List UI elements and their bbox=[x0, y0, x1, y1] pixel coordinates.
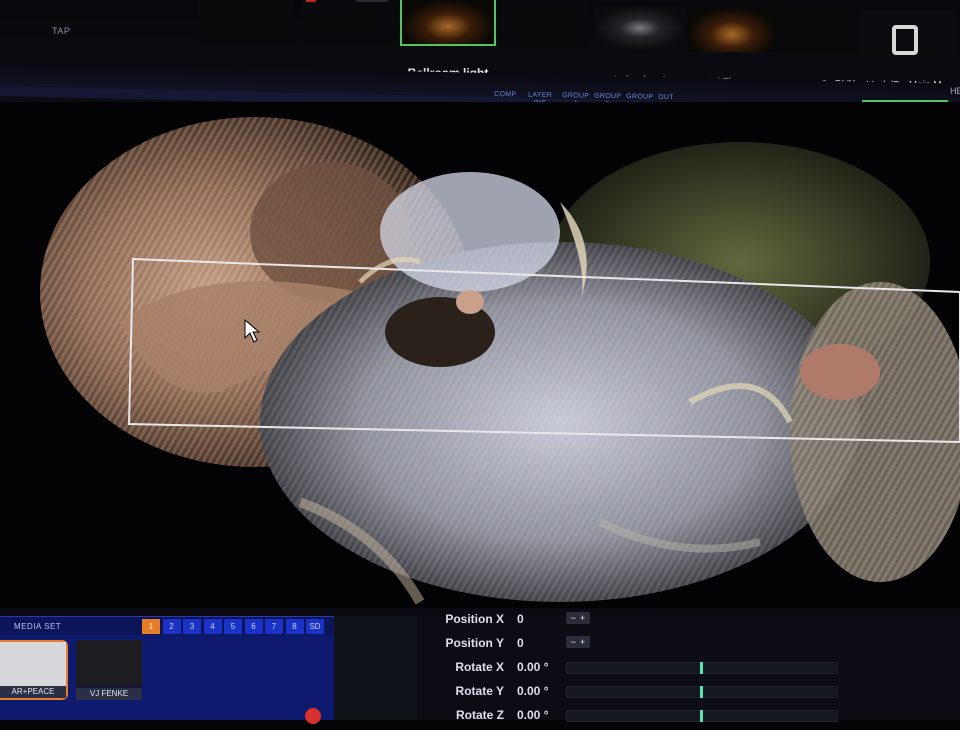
bottom-panel: MEDIA SET 12345678SD AR+PEACE VJ FENKE P… bbox=[0, 608, 960, 720]
clip-preview bbox=[302, 2, 398, 46]
parameter-name: Position Y bbox=[424, 636, 504, 650]
media-set-header: MEDIA SET 12345678SD bbox=[0, 616, 334, 635]
plus-minus-stepper[interactable]: −+ bbox=[566, 612, 590, 624]
parameter-row: Rotate Y 0.00 ° bbox=[334, 684, 960, 706]
parameter-row: Position Y 0 −+ bbox=[334, 636, 960, 658]
media-set-tab[interactable]: 6 bbox=[245, 619, 263, 634]
slider-handle[interactable] bbox=[700, 710, 703, 722]
media-set-title: MEDIA SET bbox=[14, 622, 61, 631]
clip-preview bbox=[498, 5, 590, 49]
preview-artwork bbox=[0, 102, 960, 617]
layer-tab-label: GROUP bbox=[626, 93, 653, 101]
clip-preview bbox=[594, 6, 686, 50]
clip-thumbnail[interactable]: Merkelbach outro... bbox=[594, 6, 686, 86]
clip-edge-label: HE bbox=[950, 86, 960, 96]
slider-handle[interactable] bbox=[700, 662, 703, 674]
parameter-value[interactable]: 0 bbox=[517, 636, 524, 650]
layer-tab-label: COMP bbox=[494, 91, 516, 99]
media-caption: AR+PEACE bbox=[0, 686, 66, 698]
media-set-tab[interactable]: 2 bbox=[163, 619, 181, 634]
clip-thumbnail[interactable]: Ballroom light bbox=[400, 0, 496, 80]
clip-preview bbox=[776, 10, 860, 54]
record-button[interactable] bbox=[305, 708, 321, 724]
layer-tab-label: OUT bbox=[658, 94, 674, 102]
parameter-panel: Position X0−+Position Y0−+Rotate X0.00 °… bbox=[334, 616, 960, 720]
parameter-name: Position X bbox=[424, 612, 504, 626]
media-set-tab[interactable]: 5 bbox=[224, 619, 242, 634]
media-item[interactable]: VJ FENKE bbox=[76, 640, 142, 700]
parameter-slider[interactable] bbox=[566, 686, 838, 698]
parameter-value[interactable]: 0 bbox=[517, 612, 524, 626]
media-set-tab[interactable]: 7 bbox=[265, 619, 283, 634]
parameter-slider[interactable] bbox=[566, 662, 838, 674]
media-set-tab[interactable]: 4 bbox=[204, 619, 222, 634]
plus-icon[interactable]: + bbox=[580, 613, 585, 623]
parameter-value[interactable]: 0.00 ° bbox=[517, 684, 549, 698]
layer-tab[interactable]: COMP bbox=[494, 91, 516, 99]
clip-preview bbox=[400, 0, 496, 46]
minus-icon[interactable]: − bbox=[571, 637, 576, 647]
clip-logo-icon bbox=[892, 25, 918, 55]
media-item[interactable]: AR+PEACE bbox=[0, 640, 68, 700]
plus-minus-stepper[interactable]: −+ bbox=[566, 636, 590, 648]
layer-tab-label: GROUP bbox=[562, 92, 589, 100]
clip-thumbnail[interactable]: ModulB - Main M... bbox=[860, 11, 956, 91]
parameter-name: Rotate Y bbox=[424, 684, 504, 698]
clip-preview bbox=[688, 8, 776, 52]
parameter-slider[interactable] bbox=[566, 710, 838, 722]
media-set-tab[interactable]: 8 bbox=[286, 619, 304, 634]
parameter-row: Rotate X 0.00 ° bbox=[334, 660, 960, 682]
media-set-tab[interactable]: SD bbox=[306, 619, 324, 634]
media-thumbnail bbox=[0, 642, 66, 686]
output-preview[interactable] bbox=[0, 102, 960, 617]
media-set-panel: MEDIA SET 12345678SD AR+PEACE VJ FENKE bbox=[0, 616, 334, 720]
clip-thumbnail[interactable]: Dynaman 3x DVX... bbox=[776, 10, 860, 90]
clip-thumbnail[interactable]: NASA | Thermonu... bbox=[688, 8, 776, 88]
parameter-row: Position X 0 −+ bbox=[334, 612, 960, 634]
parameter-value[interactable]: 0.00 ° bbox=[517, 660, 549, 674]
media-set-tab[interactable]: 1 bbox=[142, 619, 160, 634]
clip-preview bbox=[198, 0, 294, 44]
slider-handle[interactable] bbox=[700, 686, 703, 698]
layer-tab-label: LAYER bbox=[528, 92, 552, 100]
media-set-tab[interactable]: 3 bbox=[183, 619, 201, 634]
layer-tab-label: GROUP bbox=[594, 93, 621, 101]
clip-preview bbox=[860, 11, 956, 55]
parameter-row: Rotate Z0.00 ° bbox=[334, 708, 960, 730]
plus-icon[interactable]: + bbox=[580, 637, 585, 647]
media-thumbnail bbox=[76, 640, 142, 684]
minus-icon[interactable]: − bbox=[571, 613, 576, 623]
media-caption: VJ FENKE bbox=[76, 688, 142, 700]
tap-button[interactable]: TAP bbox=[52, 26, 70, 36]
clip-strip: TAP shutterstock_v33...kwallen 7036780 .… bbox=[0, 0, 960, 112]
parameter-name: Rotate X bbox=[424, 660, 504, 674]
